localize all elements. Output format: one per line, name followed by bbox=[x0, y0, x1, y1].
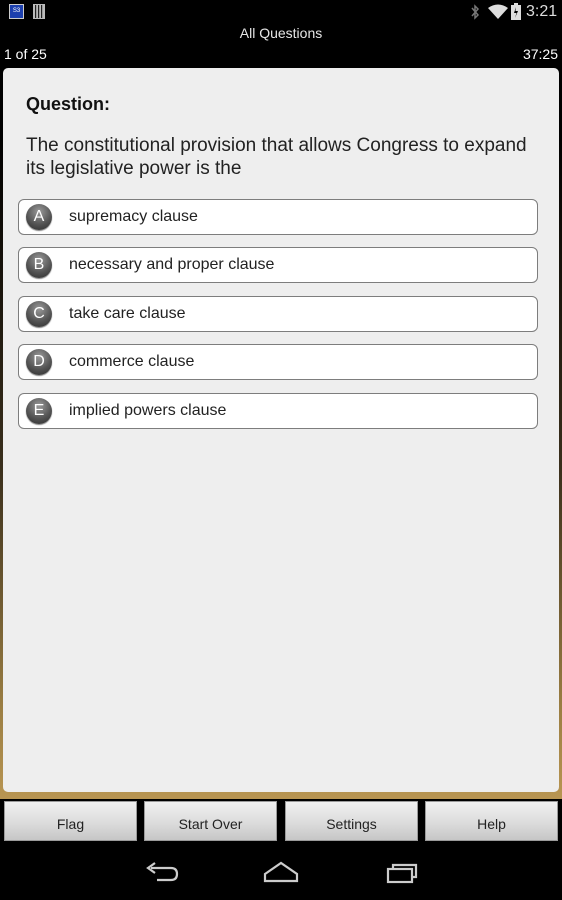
start-over-button[interactable]: Start Over bbox=[144, 801, 277, 841]
app-notification-icon: S3 bbox=[9, 4, 24, 19]
option-letter-badge: E bbox=[26, 398, 52, 424]
option-e[interactable]: E implied powers clause bbox=[18, 393, 538, 429]
flag-button[interactable]: Flag bbox=[4, 801, 137, 841]
timer: 37:25 bbox=[522, 46, 558, 62]
option-letter-badge: B bbox=[26, 252, 52, 278]
navigation-bar bbox=[0, 844, 562, 900]
option-b[interactable]: B necessary and proper clause bbox=[18, 247, 538, 283]
back-icon[interactable] bbox=[143, 860, 179, 884]
option-letter-badge: C bbox=[26, 301, 52, 327]
option-c[interactable]: C take care clause bbox=[18, 296, 538, 332]
page-title: All Questions bbox=[239, 25, 323, 41]
battery-icon bbox=[511, 3, 521, 20]
option-label: implied powers clause bbox=[69, 402, 227, 419]
option-label: supremacy clause bbox=[69, 208, 198, 225]
question-card: Question: The constitutional provision t… bbox=[3, 68, 559, 792]
option-label: take care clause bbox=[69, 305, 186, 322]
option-a[interactable]: A supremacy clause bbox=[18, 199, 538, 235]
question-progress: 1 of 25 bbox=[4, 46, 47, 62]
option-letter-badge: D bbox=[26, 349, 52, 375]
sd-card-icon bbox=[33, 4, 45, 19]
clock: 3:21 bbox=[526, 3, 558, 20]
status-bar: S3 3:21 bbox=[0, 0, 562, 24]
option-d[interactable]: D commerce clause bbox=[18, 344, 538, 380]
settings-button[interactable]: Settings bbox=[285, 801, 418, 841]
question-text: The constitutional provision that allows… bbox=[26, 135, 527, 179]
option-letter-badge: A bbox=[26, 204, 52, 230]
question-heading: Question: bbox=[26, 94, 110, 114]
option-label: commerce clause bbox=[69, 353, 195, 370]
option-label: necessary and proper clause bbox=[69, 256, 275, 273]
wifi-icon bbox=[488, 4, 508, 19]
bluetooth-icon bbox=[471, 4, 480, 20]
recent-apps-icon[interactable] bbox=[384, 860, 420, 884]
help-button[interactable]: Help bbox=[425, 801, 558, 841]
home-icon[interactable] bbox=[263, 860, 299, 884]
